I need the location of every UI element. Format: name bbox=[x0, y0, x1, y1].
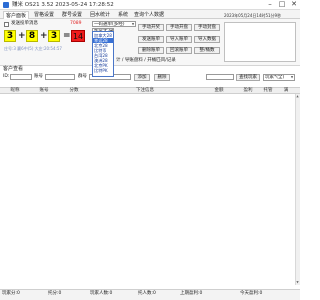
player-filter-value: 玩家*(全) bbox=[265, 75, 285, 80]
import-data-button[interactable]: 导入数据 bbox=[194, 36, 220, 43]
chevron-down-icon: ▼ bbox=[131, 22, 135, 26]
close-button[interactable]: ✕ bbox=[288, 0, 300, 10]
import-bill-button[interactable]: 导入账单 bbox=[166, 36, 192, 43]
tab-personal-data[interactable]: 查询个人数据 bbox=[133, 11, 165, 19]
sub-note: 计 / 导账盘料 / 开桶匹风/记录 bbox=[116, 58, 176, 63]
column-managed[interactable]: 托管 bbox=[258, 87, 278, 94]
delete-bill-button[interactable]: 删除账单 bbox=[138, 47, 164, 54]
number-c: 3 bbox=[48, 30, 60, 42]
scroll-up-icon[interactable]: ▲ bbox=[295, 94, 300, 99]
group-label: 群号 bbox=[78, 74, 87, 79]
send-bet-label: 发送投单消息 bbox=[11, 21, 38, 26]
player-filter-dropdown[interactable]: 玩家*(全) ▼ bbox=[263, 74, 295, 81]
equals-sign: = bbox=[63, 31, 71, 41]
current-datetime: 2023年05月24日14时51分9秒 bbox=[224, 13, 282, 18]
tab-system[interactable]: 系统 bbox=[115, 11, 131, 19]
customer-section-title: 客户查看 bbox=[3, 66, 24, 72]
sum-result: 14 bbox=[71, 30, 85, 42]
player-score-total: 玩家分:0 bbox=[2, 291, 20, 296]
mode-dropdown[interactable]: 一码通单(多经) ▼ bbox=[92, 21, 136, 27]
draw-number: 7089 bbox=[70, 21, 82, 26]
number-a: 3 bbox=[4, 30, 16, 42]
manual-draw-button[interactable]: 手动开奖 bbox=[138, 24, 164, 31]
maximize-button[interactable]: □ bbox=[276, 0, 288, 10]
send-bill-button[interactable]: 发送账单 bbox=[138, 36, 164, 43]
send-bet-checkbox[interactable] bbox=[4, 22, 9, 27]
vertical-scrollbar[interactable] bbox=[295, 94, 300, 285]
rollback-bill-button[interactable]: 回滚账单 bbox=[166, 47, 192, 54]
tab-rebate-stats[interactable]: 回水统计 bbox=[87, 11, 113, 19]
support-count: 托人数:0 bbox=[138, 291, 156, 296]
column-amount[interactable]: 金额 bbox=[200, 87, 238, 94]
search-input[interactable] bbox=[206, 74, 234, 80]
customer-table-body[interactable] bbox=[0, 94, 300, 285]
minimize-button[interactable]: – bbox=[264, 0, 276, 10]
id-label: ID: bbox=[3, 74, 10, 79]
settle-button[interactable]: 整/桶数 bbox=[194, 47, 220, 54]
account-input[interactable] bbox=[45, 74, 75, 80]
game-option[interactable]: 比特PK bbox=[93, 68, 113, 73]
plus-sign-2: + bbox=[40, 31, 48, 41]
tab-customer-panel[interactable]: 客户面板 bbox=[3, 11, 29, 19]
info-box bbox=[224, 22, 296, 62]
window-title: 赚米 OS21 3.52 2023-05-24 17:28:52 bbox=[12, 2, 114, 8]
add-button[interactable]: 添加 bbox=[134, 74, 150, 81]
column-profit[interactable]: 盈利 bbox=[238, 87, 258, 94]
number-b: 8 bbox=[26, 30, 38, 42]
round-status: 庄号:3 赢6中(5) 大庄:20:54:57 bbox=[4, 46, 62, 51]
today-profit: 今天盈利:0 bbox=[240, 291, 263, 296]
plus-sign-1: + bbox=[18, 31, 26, 41]
mode-dropdown-value: 一码通单(多经) bbox=[94, 22, 125, 27]
account-label: 账号 bbox=[34, 74, 43, 79]
column-nickname[interactable]: 昵称 bbox=[0, 87, 30, 94]
app-icon bbox=[3, 2, 9, 8]
column-bet-info[interactable]: 下注信息 bbox=[90, 87, 200, 94]
game-dropdown-list: 加拿大28 幸运28 北京28 比特币 台湾28 澳洲28 北京PK 比特PK bbox=[92, 31, 114, 77]
column-score[interactable]: 分数 bbox=[58, 87, 90, 94]
last-round-profit: 上期盈利:0 bbox=[180, 291, 203, 296]
tab-settings[interactable]: 冒格设置 bbox=[31, 11, 57, 19]
id-input[interactable] bbox=[10, 74, 32, 80]
player-count: 玩家人数:0 bbox=[90, 291, 113, 296]
chevron-down-icon: ▼ bbox=[290, 75, 294, 79]
delete-button[interactable]: 删除 bbox=[154, 74, 170, 81]
manual-open-button[interactable]: 手动开盘 bbox=[166, 24, 192, 31]
column-account[interactable]: 账号 bbox=[30, 87, 58, 94]
tab-group-settings[interactable]: 群号设置 bbox=[59, 11, 85, 19]
scroll-down-icon[interactable]: ▼ bbox=[295, 280, 300, 285]
column-full[interactable]: 满 bbox=[278, 87, 294, 94]
manual-close-button[interactable]: 手动封盘 bbox=[194, 24, 220, 31]
search-player-button[interactable]: 查找玩家 bbox=[236, 74, 260, 81]
support-score-total: 托分:0 bbox=[48, 291, 62, 296]
